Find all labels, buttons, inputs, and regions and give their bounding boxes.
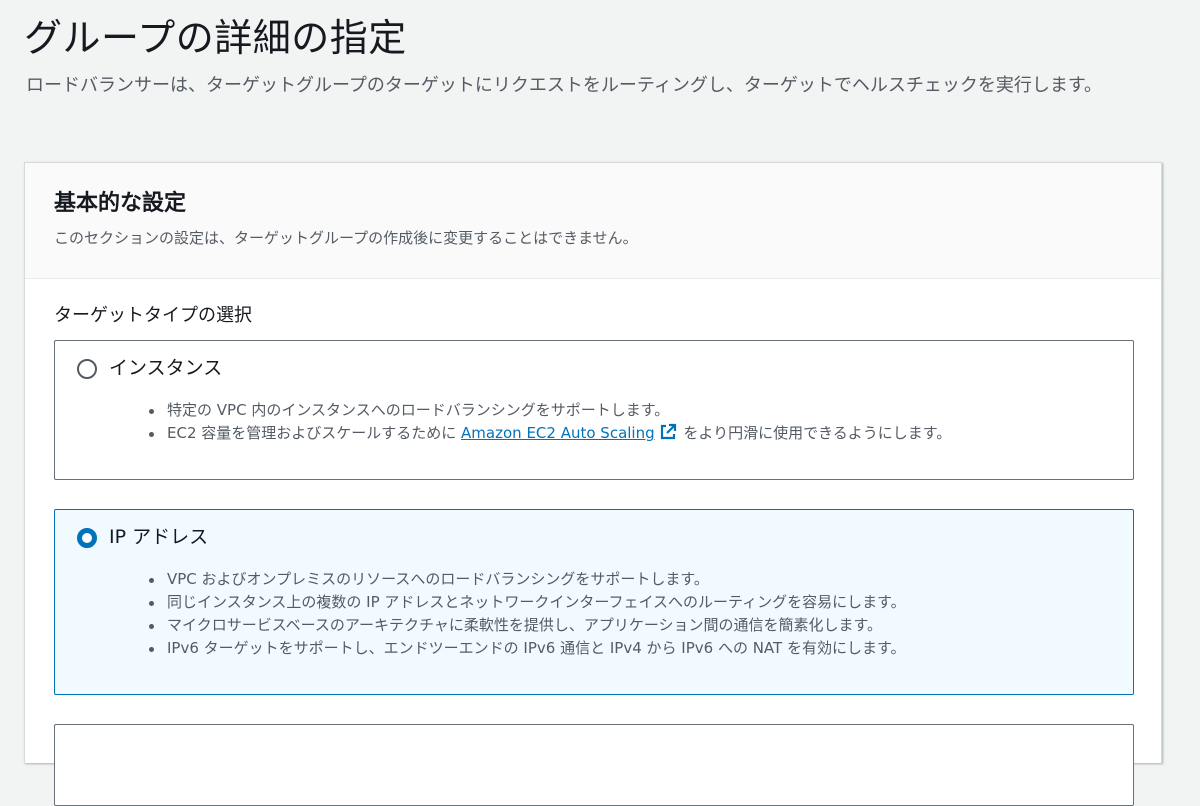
tile-bullets-instances: 特定の VPC 内のインスタンスへのロードバランシングをサポートします。 EC2… [147,399,951,448]
tile-label-ip: IP アドレス [109,526,209,548]
list-item: EC2 容量を管理およびスケールするために Amazon EC2 Auto Sc… [147,422,951,448]
page-title: グループの詳細の指定 [24,16,407,60]
list-item: 同じインスタンス上の複数の IP アドレスとネットワークインターフェイスへのルー… [147,591,906,614]
container-header: 基本的な設定 このセクションの設定は、ターゲットグループの作成後に変更することは… [25,163,1161,279]
external-link-icon[interactable] [659,423,677,448]
list-item: マイクロサービスベースのアーキテクチャに柔軟性を提供し、アプリケーション間の通信… [147,614,906,637]
auto-scaling-link[interactable]: Amazon EC2 Auto Scaling [461,424,655,442]
target-type-tile-next[interactable] [54,724,1134,806]
list-item: VPC およびオンプレミスのリソースへのロードバランシングをサポートします。 [147,568,906,591]
basic-config-container: 基本的な設定 このセクションの設定は、ターゲットグループの作成後に変更することは… [24,162,1162,806]
page-description: ロードバランサーは、ターゲットグループのターゲットにリクエストをルーティングし、… [26,75,1103,96]
bullet-text: をより円滑に使用できるようにします。 [678,424,952,442]
target-type-label: ターゲットタイプの選択 [54,305,252,326]
section-description: このセクションの設定は、ターゲットグループの作成後に変更することはできません。 [54,229,638,247]
bullet-text: EC2 容量を管理およびスケールするために [167,424,462,442]
list-item: 特定の VPC 内のインスタンスへのロードバランシングをサポートします。 [147,399,951,422]
radio-ip-addresses[interactable] [77,528,97,548]
target-type-tile-ip[interactable]: IP アドレス VPC およびオンプレミスのリソースへのロードバランシングをサポ… [54,509,1134,695]
radio-instances[interactable] [77,359,97,379]
tile-label-instances: インスタンス [109,357,223,379]
section-title: 基本的な設定 [54,191,187,216]
target-type-tile-instances[interactable]: インスタンス 特定の VPC 内のインスタンスへのロードバランシングをサポートし… [54,340,1134,480]
list-item: IPv6 ターゲットをサポートし、エンドツーエンドの IPv6 通信と IPv4… [147,637,906,660]
tile-bullets-ip: VPC およびオンプレミスのリソースへのロードバランシングをサポートします。 同… [147,568,906,660]
